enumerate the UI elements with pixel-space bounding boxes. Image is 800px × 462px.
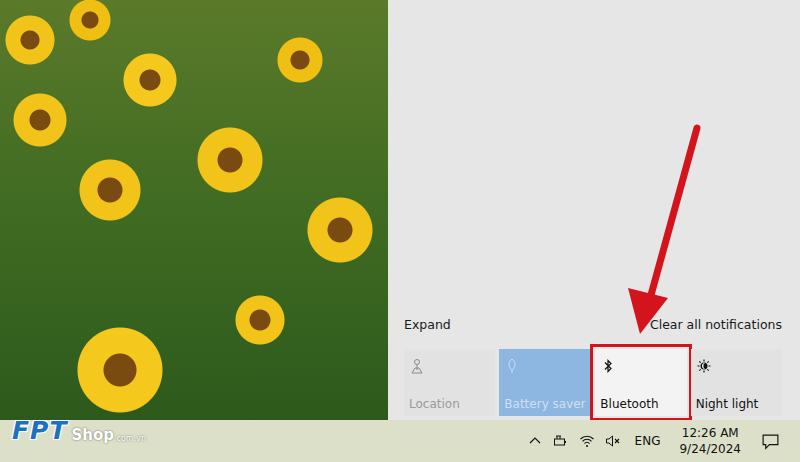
clock-time: 12:26 AM [679,425,741,441]
chevron-up-icon [527,433,543,449]
chevron-up-button[interactable] [522,420,548,462]
watermark-logo: FPT Shop.com.vn [12,418,146,443]
red-arrow-icon [0,0,800,462]
battery-plug-icon [553,433,569,449]
notification-icon [761,432,780,451]
tile-label: Night light [696,397,776,411]
speaker-muted-button[interactable] [600,420,626,462]
quick-action-tile[interactable]: Night light [691,349,782,416]
wifi-icon [579,433,595,449]
wallpaper-photo [0,0,388,420]
domain-text: .com.vn [114,435,146,443]
quick-actions: Location Battery saver Bluetooth Night ligh… [404,349,782,416]
night-light-icon [696,358,712,374]
expand-link[interactable]: Expand [404,317,451,332]
tile-label: Bluetooth [600,397,680,411]
clock-date: 9/24/2024 [679,441,741,457]
wifi-button[interactable] [574,420,600,462]
clear-all-link[interactable]: Clear all notifications [650,317,782,332]
notifications-button[interactable] [751,432,792,451]
quick-action-tile[interactable]: Bluetooth [595,349,686,416]
location-icon [409,358,425,374]
speaker-muted-icon [605,433,621,449]
brand-logo: FPT [12,418,67,443]
tile-label: Battery saver [504,397,585,411]
clock[interactable]: 12:26 AM9/24/2024 [669,425,751,457]
language-indicator[interactable]: ENG [626,432,670,450]
quick-action-tile[interactable]: Battery saver [499,349,591,416]
battery-plug-button[interactable] [548,420,574,462]
system-tray: ENG12:26 AM9/24/2024 [522,420,792,462]
bluetooth-icon [600,358,616,374]
action-center: Expand Clear all notifications Location Ba… [388,0,800,420]
shop-text: Shop [71,428,114,443]
quick-action-tile[interactable]: Location [404,349,495,416]
battery-saver-icon [504,358,520,374]
tile-label: Location [409,397,489,411]
